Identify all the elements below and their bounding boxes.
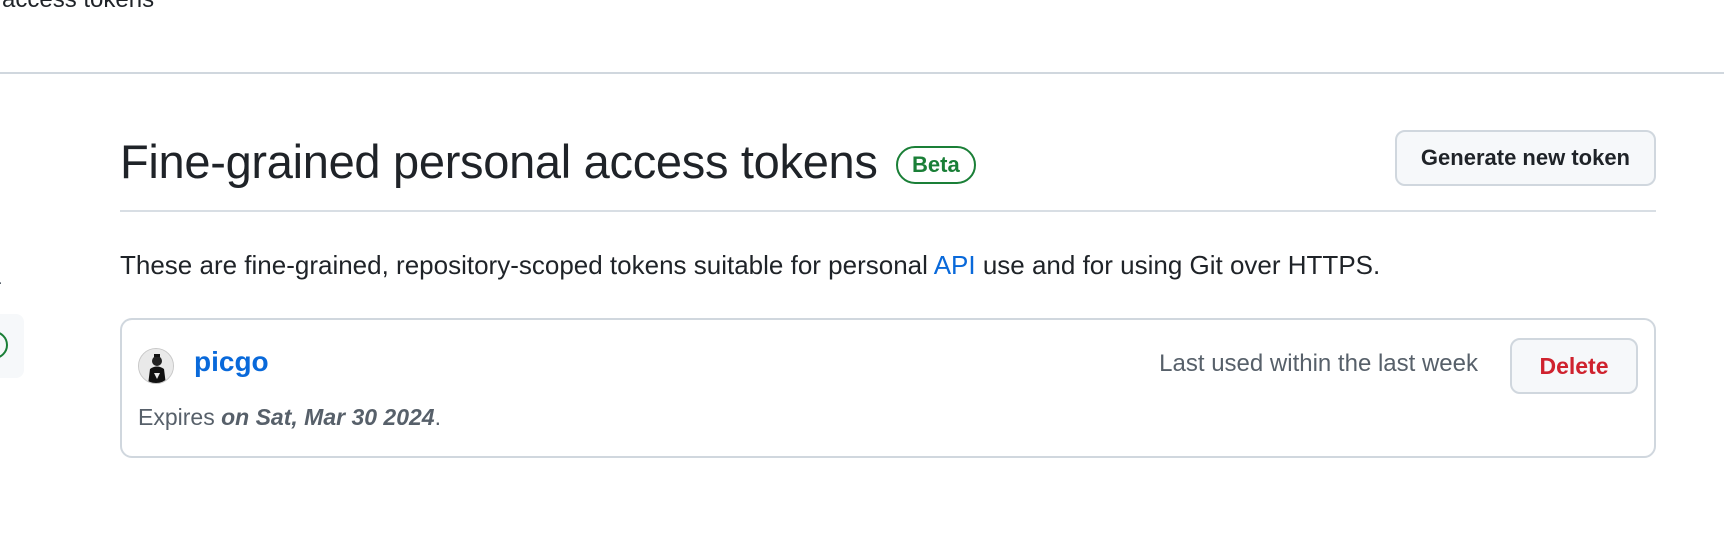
settings-page: access tokens . Fine-grained personal ac… — [0, 0, 1724, 538]
section-header: Fine-grained personal access tokens Beta… — [120, 128, 1656, 212]
page-header-title: access tokens — [2, 0, 154, 14]
section-description: These are fine-grained, repository-scope… — [120, 250, 1380, 281]
generate-new-token-button[interactable]: Generate new token — [1394, 130, 1656, 186]
token-last-used: Last used within the last week — [1159, 350, 1478, 377]
delete-token-button[interactable]: Delete — [1510, 338, 1638, 394]
description-text-before: These are fine-grained, repository-scope… — [120, 250, 934, 280]
sidebar-fragment-mark: . — [0, 272, 2, 288]
header-divider — [0, 72, 1724, 74]
token-name-link[interactable]: picgo — [194, 346, 269, 378]
section-title: Fine-grained personal access tokens — [120, 135, 878, 188]
api-link[interactable]: API — [934, 250, 976, 280]
beta-badge: Beta — [896, 146, 976, 184]
token-list-item: picgo Last used within the last week Del… — [120, 318, 1656, 458]
token-expiry: Expires on Sat, Mar 30 2024. — [138, 404, 441, 431]
user-avatar-icon — [138, 348, 174, 384]
description-text-after: use and for using Git over HTTPS. — [975, 250, 1381, 280]
expires-date: on Sat, Mar 30 2024 — [221, 404, 435, 430]
expires-prefix: Expires — [138, 404, 222, 430]
expires-suffix: . — [434, 404, 441, 430]
